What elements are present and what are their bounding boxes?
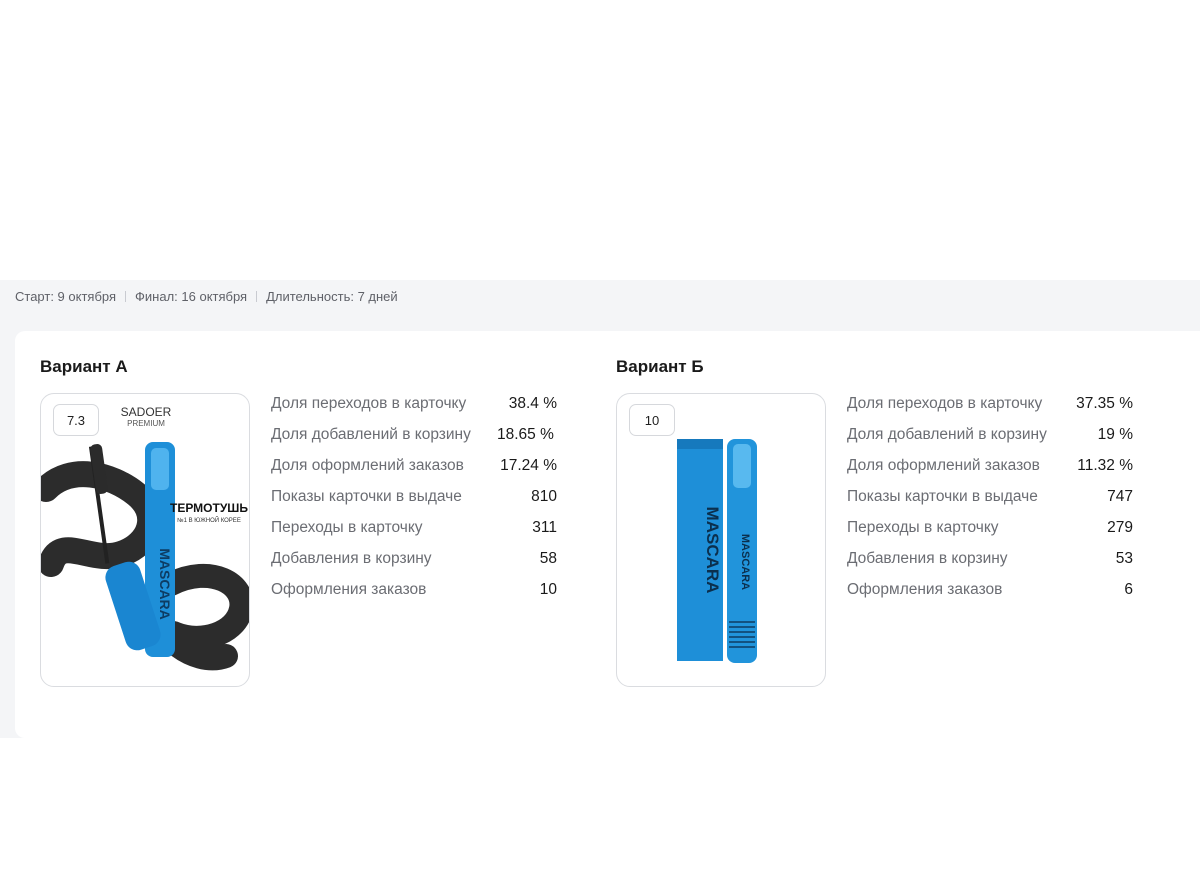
metric-row: Доля добавлений в корзину 19 % xyxy=(847,424,1133,445)
metric-row: Доля переходов в карточку 37.35 % xyxy=(847,393,1133,414)
metric-value: 18.65 % xyxy=(497,426,554,443)
metric-row: Переходы в карточку 311 xyxy=(271,517,557,538)
metric-label: Добавления в корзину xyxy=(847,550,1008,567)
metric-label: Переходы в карточку xyxy=(847,519,999,536)
metric-label: Доля переходов в карточку xyxy=(847,395,1043,412)
metric-value: 58 xyxy=(539,550,557,567)
metric-row: Переходы в карточку 279 xyxy=(847,517,1133,538)
headline-label: ТЕРМОТУШЬ xyxy=(170,501,248,515)
variant-b-image[interactable]: 10 MASCARA MASCARA xyxy=(616,393,826,687)
metric-value: 311 xyxy=(532,519,557,536)
metric-row: Доля добавлений в корзину 18.65 % xyxy=(271,424,557,445)
metric-value: 279 xyxy=(1107,519,1133,536)
variant-a-product-illustration: MASCARA SADOER PREMIUM ТЕРМОТУШЬ №1 В ЮЖ… xyxy=(41,405,249,671)
metric-row: Добавления в корзину 53 xyxy=(847,548,1133,569)
variant-b-metrics: Доля переходов в карточку 37.35 % Доля д… xyxy=(847,393,1133,610)
variant-a-metrics: Доля переходов в карточку 38.4 % Доля до… xyxy=(271,393,557,610)
metric-value: 10 xyxy=(539,581,557,598)
variant-a-score-badge: 7.3 xyxy=(53,404,99,436)
metric-row: Добавления в корзину 58 xyxy=(271,548,557,569)
variant-b-score-badge: 10 xyxy=(629,404,675,436)
box-label: MASCARA xyxy=(703,507,722,594)
metric-label: Доля добавлений в корзину xyxy=(847,426,1047,443)
variant-b-product-illustration: MASCARA MASCARA xyxy=(677,439,757,663)
metric-value: 19 % xyxy=(1097,426,1133,443)
metric-label: Показы карточки в выдаче xyxy=(271,488,462,505)
duration: Длительность: 7 дней xyxy=(266,289,398,304)
metric-label: Показы карточки в выдаче xyxy=(847,488,1038,505)
metric-value: 17.24 % xyxy=(500,457,557,474)
metric-row: Оформления заказов 10 xyxy=(271,579,557,600)
brand-sub-label: PREMIUM xyxy=(127,419,165,428)
metric-label: Переходы в карточку xyxy=(271,519,423,536)
variant-a-title: Вариант А xyxy=(40,357,128,376)
metric-row: Доля оформлений заказов 11.32 % xyxy=(847,455,1133,476)
metric-value: 38.4 % xyxy=(508,395,557,412)
metric-value: 11.32 % xyxy=(1077,457,1133,474)
variant-b-title: Вариант Б xyxy=(616,357,704,376)
metric-label: Доля оформлений заказов xyxy=(271,457,464,474)
metric-row: Показы карточки в выдаче 747 xyxy=(847,486,1133,507)
brand-label: SADOER xyxy=(121,405,172,419)
metric-label: Доля добавлений в корзину xyxy=(271,426,471,443)
metric-value: 6 xyxy=(1124,581,1133,598)
metric-row: Доля переходов в карточку 38.4 % xyxy=(271,393,557,414)
divider xyxy=(125,291,127,302)
metric-label: Доля оформлений заказов xyxy=(847,457,1040,474)
metric-label: Оформления заказов xyxy=(847,581,1003,598)
variant-a-image[interactable]: 7.3 MASCARA SADOER PREMIUM ТЕРМОТУШЬ №1 … xyxy=(40,393,250,687)
metric-value: 747 xyxy=(1107,488,1133,505)
metric-label: Добавления в корзину xyxy=(271,550,432,567)
metric-row: Показы карточки в выдаче 810 xyxy=(271,486,557,507)
metric-value: 810 xyxy=(531,488,557,505)
metric-label: Оформления заказов xyxy=(271,581,427,598)
metric-label: Доля переходов в карточку xyxy=(271,395,467,412)
test-meta-bar: Старт: 9 октября Финал: 16 октября Длите… xyxy=(15,289,398,304)
metric-row: Доля оформлений заказов 17.24 % xyxy=(271,455,557,476)
tube-label: MASCARA xyxy=(157,548,173,620)
metric-value: 37.35 % xyxy=(1076,395,1133,412)
divider xyxy=(256,291,258,302)
metric-row: Оформления заказов 6 xyxy=(847,579,1133,600)
start-date: Старт: 9 октября xyxy=(15,289,117,304)
tube-label: MASCARA xyxy=(739,534,751,590)
subline-label: №1 В ЮЖНОЙ КОРЕЕ xyxy=(177,516,241,524)
metric-value: 53 xyxy=(1115,550,1133,567)
finish-date: Финал: 16 октября xyxy=(135,289,248,304)
